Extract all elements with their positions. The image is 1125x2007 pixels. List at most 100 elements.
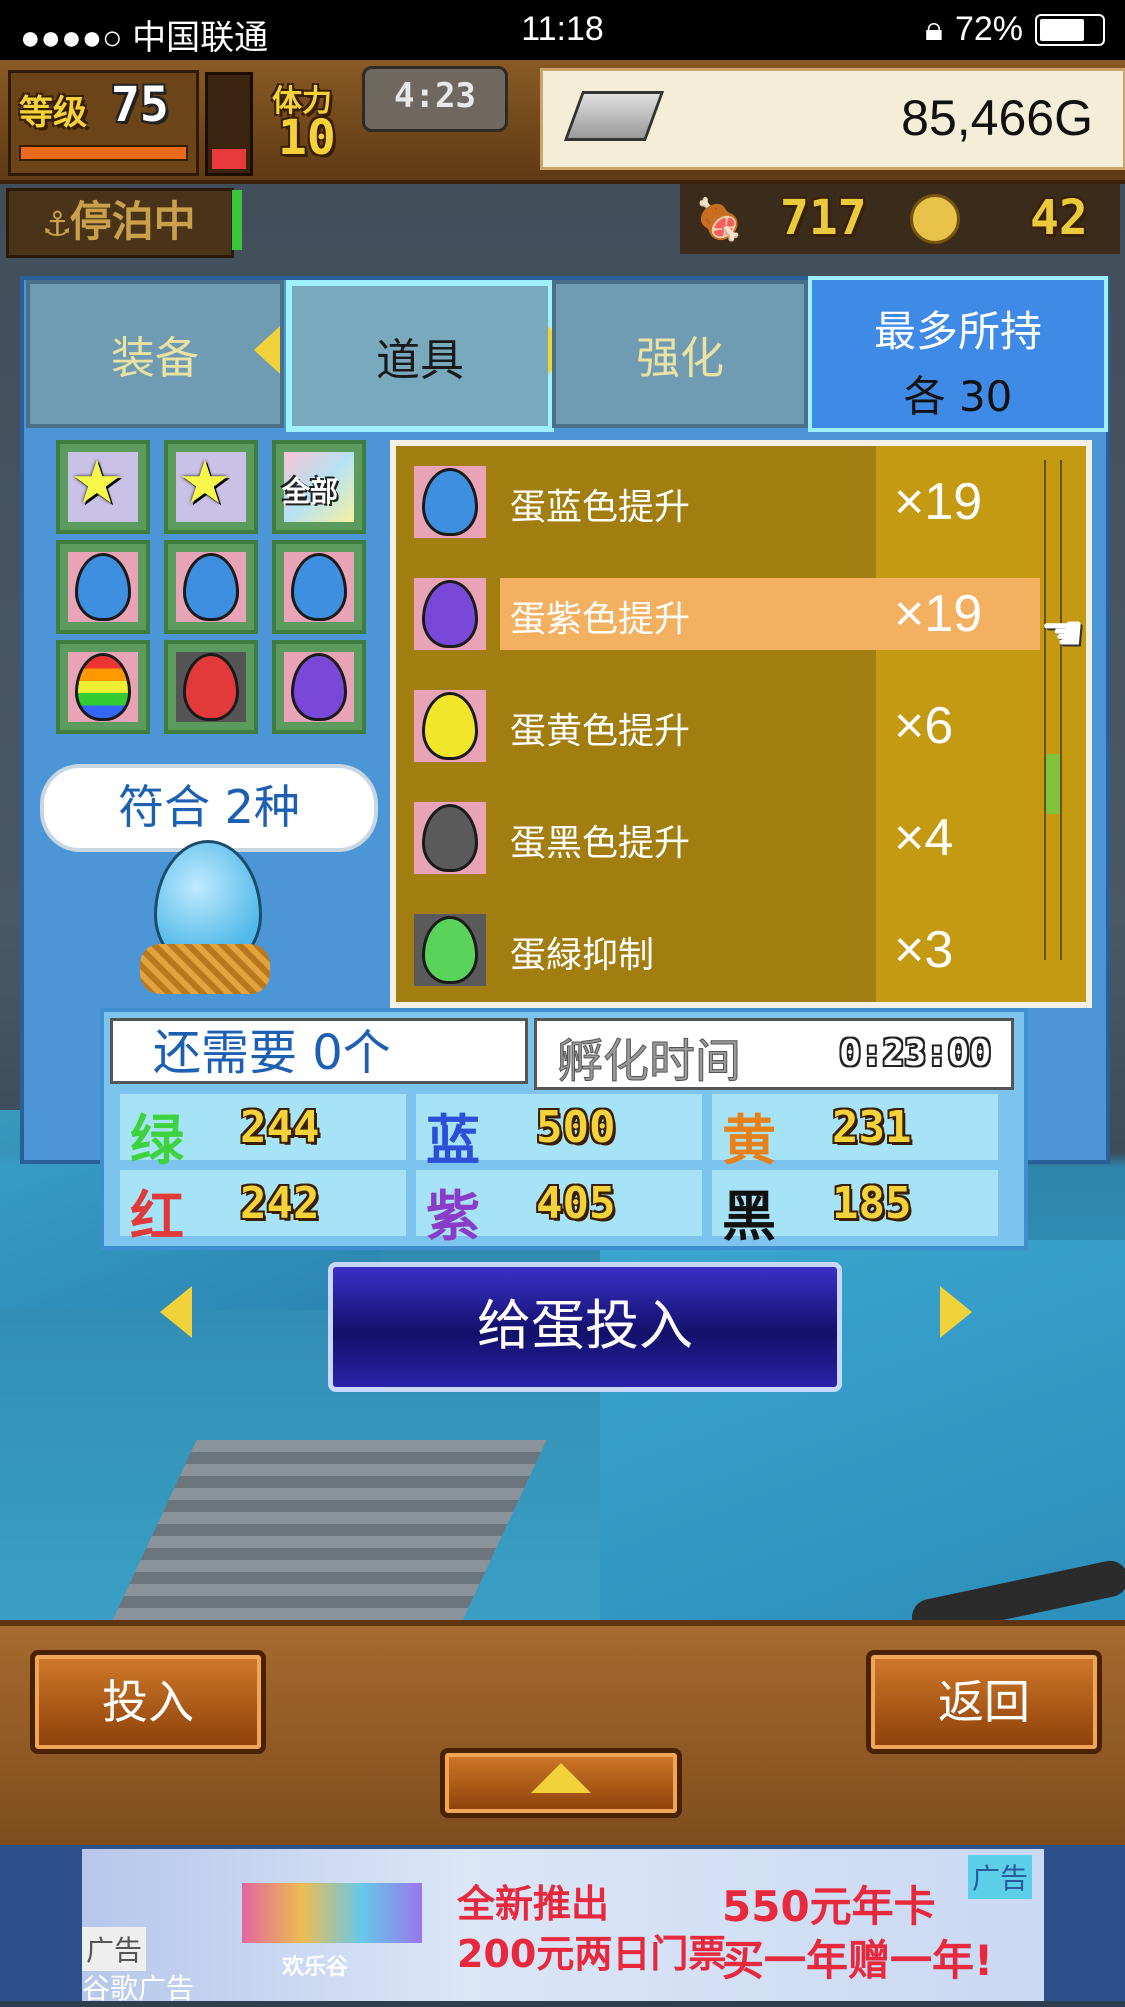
item-name: 蛋黄色提升: [510, 711, 691, 752]
stamina-value: 10: [278, 110, 336, 166]
tab-items-label: 道具: [376, 335, 464, 386]
medal-icon: [910, 194, 960, 244]
item-list[interactable]: 蛋蓝色提升 ×19 蛋紫色提升 ×19 蛋黄色提升 ×6 蛋黑色提升 ×4 蛋緑…: [390, 440, 1092, 1008]
moored-status: ⚓停泊中: [6, 188, 234, 258]
egg-icon: [422, 692, 478, 760]
stat-key: 黄: [722, 1109, 776, 1172]
item-count: ×19: [894, 585, 983, 643]
filter-purple-egg[interactable]: [272, 640, 366, 734]
medal-count: 42: [1030, 190, 1088, 246]
stamina-timer: 4:23: [362, 66, 508, 132]
star-icon: ★: [178, 448, 232, 518]
filter-blue-egg-3[interactable]: [272, 540, 366, 634]
battery-icon: [1035, 13, 1105, 46]
list-item-selected[interactable]: 蛋紫色提升 ×19: [396, 572, 1040, 656]
item-count: ×19: [894, 473, 983, 531]
list-item[interactable]: 蛋黄色提升 ×6: [396, 684, 1036, 768]
stat-key: 黑: [722, 1185, 776, 1248]
item-count: ×6: [894, 697, 954, 755]
max-hold-box: 最多所持 各 30: [808, 276, 1108, 432]
filter-blue-egg-2[interactable]: [164, 540, 258, 634]
hatch-time-value: 0:23:00: [839, 1033, 991, 1074]
nest-icon: [140, 944, 270, 994]
item-count: ×3: [894, 921, 954, 979]
stat-blue: 蓝 500: [416, 1094, 702, 1172]
lock-icon: 🔒︎: [924, 10, 943, 48]
tab-items[interactable]: 道具: [286, 280, 554, 432]
hp-gauge: [205, 72, 253, 176]
filter-red-egg[interactable]: [164, 640, 258, 734]
egg-icon: [422, 916, 478, 984]
hatch-time-label: 孵化时间: [557, 1034, 742, 1089]
stat-value: 244: [240, 1102, 320, 1153]
pointer-hand-icon: ☚: [1040, 604, 1085, 662]
stat-key: 蓝: [426, 1109, 480, 1172]
food-count: 717: [780, 190, 867, 246]
tab-equipment-label: 装备: [111, 333, 199, 384]
level-label: 等级: [19, 93, 87, 133]
money-amount: 85,466G: [901, 90, 1093, 146]
tab-equipment[interactable]: 装备: [26, 280, 284, 428]
moored-label: 停泊中: [69, 197, 196, 246]
filter-all-label: 全部: [282, 475, 339, 508]
list-item[interactable]: 蛋黑色提升 ×4: [396, 796, 1036, 880]
feed-egg-button[interactable]: 给蛋投入: [328, 1262, 842, 1392]
ad-line2: 200元两日门票: [457, 1932, 727, 1976]
star-icon: ★: [70, 448, 124, 518]
ad-line1: 全新推出: [457, 1882, 610, 1926]
stat-black: 黑 185: [712, 1170, 998, 1248]
list-item[interactable]: 蛋蓝色提升 ×19: [396, 460, 1036, 544]
prev-arrow-icon[interactable]: [160, 1286, 192, 1338]
status-bar: ●●●●○ 中国联通 11:18 🔒︎ 72%: [0, 0, 1125, 60]
filter-rainbow-egg[interactable]: [56, 640, 150, 734]
ad-line3: 550元年卡: [722, 1882, 936, 1931]
egg-nest: [140, 840, 270, 1000]
filter-star-1[interactable]: ★: [56, 440, 150, 534]
item-name: 蛋紫色提升: [510, 599, 691, 640]
stat-value: 185: [832, 1178, 912, 1229]
match-count-bubble: 符合 2种: [40, 764, 378, 852]
stat-yellow: 黄 231: [712, 1094, 998, 1172]
moored-gauge: [232, 190, 242, 250]
ad-tag-bottom: 广告: [82, 1927, 147, 1971]
stat-green: 绿 244: [120, 1094, 406, 1172]
stat-value: 405: [536, 1178, 616, 1229]
ad-google-label: 谷歌广告: [82, 1972, 195, 2005]
item-name: 蛋蓝色提升: [510, 487, 691, 528]
list-item[interactable]: 蛋緑抑制 ×3: [396, 908, 1036, 992]
ad-brand: 欢乐谷: [282, 1955, 349, 1980]
ad-tag-top: 广告: [968, 1855, 1033, 1899]
hatch-time-box: 孵化时间 0:23:00: [534, 1018, 1014, 1090]
anchor-icon: ⚓: [44, 197, 70, 246]
filter-star-2[interactable]: ★: [164, 440, 258, 534]
tab-enhance-label: 强化: [636, 333, 724, 384]
stat-key: 绿: [130, 1109, 184, 1172]
filter-blue-egg[interactable]: [56, 540, 150, 634]
tab-enhance[interactable]: 强化: [552, 280, 808, 428]
level-box: 等级 75: [8, 70, 199, 176]
max-hold-line2: 各 30: [903, 372, 1013, 421]
stat-value: 500: [536, 1102, 616, 1153]
next-arrow-icon[interactable]: [940, 1286, 972, 1338]
ad-line4: 买一年赠一年!: [722, 1936, 994, 1985]
item-count: ×4: [894, 809, 954, 867]
resource-bar: 🍖 717 42: [680, 184, 1120, 254]
ad-banner[interactable]: 欢乐谷 全新推出 200元两日门票 550元年卡 买一年赠一年! 广告 广告 谷…: [0, 1845, 1125, 2005]
expand-up-button[interactable]: [440, 1748, 682, 1818]
max-hold-line1: 最多所持: [873, 307, 1042, 356]
money-box: 85,466G: [540, 68, 1125, 170]
ad-logo-graphic: [242, 1883, 422, 1943]
level-value: 75: [111, 77, 169, 133]
list-scrollbar[interactable]: [1044, 460, 1062, 960]
tab-left-arrow-icon[interactable]: [254, 326, 280, 374]
filter-all[interactable]: 全部: [272, 440, 366, 534]
egg-icon: [422, 804, 478, 872]
stat-red: 红 242: [120, 1170, 406, 1248]
battery-percent: 72%: [954, 10, 1023, 48]
silver-bar-icon: [563, 91, 665, 141]
item-name: 蛋黑色提升: [510, 823, 691, 864]
stat-key: 红: [130, 1185, 184, 1248]
remaining-needed: 还需要 0个: [110, 1018, 528, 1084]
insert-button[interactable]: 投入: [30, 1650, 266, 1754]
back-button[interactable]: 返回: [866, 1650, 1102, 1754]
